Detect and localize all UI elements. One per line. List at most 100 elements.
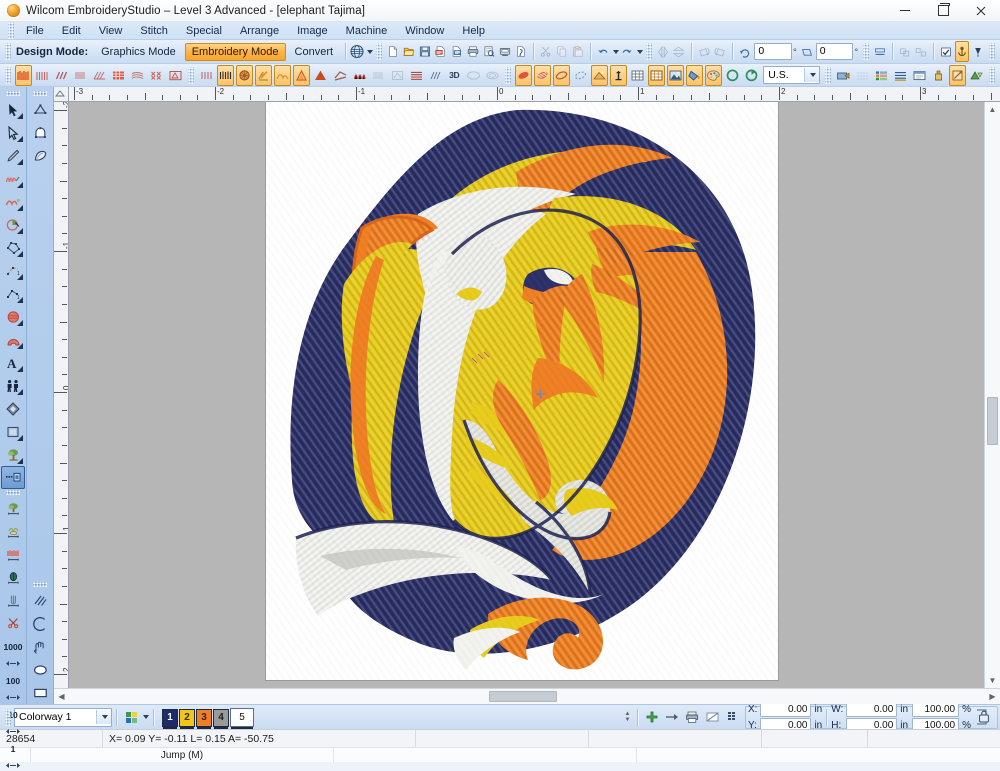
cross-stitch-button[interactable]: [148, 65, 165, 86]
units-dropdown-arrow[interactable]: [804, 68, 819, 82]
menu-stitch[interactable]: Stitch: [131, 23, 177, 39]
group-icon[interactable]: [898, 41, 912, 62]
open-design-button[interactable]: [402, 41, 416, 62]
zoom-to-fit-button[interactable]: [724, 65, 741, 86]
needle-tool[interactable]: [1, 589, 25, 612]
mirror-merge-tool[interactable]: [1, 466, 25, 489]
toolbox-group-grip[interactable]: [6, 490, 20, 495]
e-stitch-button[interactable]: [53, 65, 70, 86]
horizontal-scroll-track[interactable]: [69, 689, 985, 704]
color-chip-4[interactable]: 4: [213, 709, 229, 727]
standard-toolbar-grip[interactable]: [376, 43, 382, 60]
ellipse-outline-tool[interactable]: [28, 658, 52, 681]
complex-fill-tool[interactable]: 1: [1, 282, 25, 305]
color-palette-button[interactable]: [705, 65, 722, 86]
show-artwork-button[interactable]: [591, 65, 608, 86]
toolbox2-grip[interactable]: [33, 91, 47, 96]
lock-aspect-icon[interactable]: [973, 707, 995, 727]
monogram-tool[interactable]: [1, 374, 25, 397]
color-chip-2[interactable]: 2: [179, 709, 195, 727]
send-to-machine-button[interactable]: [498, 41, 512, 62]
rotate-angle-icon[interactable]: [738, 41, 752, 62]
trim-function-button[interactable]: [293, 65, 310, 86]
ripple-fill-button[interactable]: [129, 65, 146, 86]
menu-grip[interactable]: [8, 22, 14, 39]
menu-window[interactable]: Window: [396, 23, 453, 39]
convert-button[interactable]: Convert: [288, 43, 341, 61]
blanket-stitch-button[interactable]: [91, 65, 108, 86]
run-stitch-tool[interactable]: [1, 190, 25, 213]
step-100-arrows[interactable]: [1, 692, 25, 703]
magic-wand-tool[interactable]: [1, 167, 25, 190]
step-1000-button[interactable]: 1000: [1, 635, 25, 658]
menu-edit[interactable]: Edit: [53, 23, 90, 39]
lettering-tool[interactable]: A: [1, 351, 25, 374]
circle-ring-tool[interactable]: [1, 213, 25, 236]
menu-file[interactable]: File: [17, 23, 53, 39]
contour-stitch-button[interactable]: [370, 65, 387, 86]
vertical-scroll-track[interactable]: [985, 117, 1000, 673]
design-library-button[interactable]: [835, 65, 852, 86]
design-properties-button[interactable]: [514, 41, 528, 62]
anchor-point-icon[interactable]: [955, 41, 969, 62]
show-stitches-button[interactable]: [515, 65, 532, 86]
checkbox-icon[interactable]: [939, 41, 953, 62]
open-object-tool[interactable]: 1: [1, 259, 25, 282]
vertical-scroll-thumb[interactable]: [987, 397, 998, 445]
skew-icon[interactable]: [800, 41, 814, 62]
vertical-scrollbar[interactable]: ▲ ▼: [984, 102, 1000, 688]
align-icon[interactable]: [873, 41, 887, 62]
step-100-button[interactable]: 100: [1, 669, 25, 692]
color-chip-3[interactable]: 3: [196, 709, 212, 727]
scroll-up-button[interactable]: ▲: [985, 102, 1000, 117]
toolbar-end-grip[interactable]: [989, 43, 995, 60]
mirror-vertical-icon[interactable]: [672, 41, 686, 62]
horizontal-scrollbar[interactable]: ◀ ▶: [54, 688, 1000, 704]
tatami-fill-button[interactable]: [110, 65, 127, 86]
colorway-select[interactable]: Colorway 1: [14, 708, 112, 727]
applique-tree-tool[interactable]: [1, 443, 25, 466]
ruler-origin-button[interactable]: [54, 87, 69, 101]
vertical-ruler[interactable]: -2-1012: [54, 102, 69, 688]
horizontal-ruler[interactable]: -3-2-10123: [69, 87, 1000, 101]
paste-button[interactable]: [571, 41, 585, 62]
units-select[interactable]: U.S.: [763, 66, 820, 84]
pattern-run-tool[interactable]: [1, 520, 25, 543]
color-film-button[interactable]: [873, 65, 890, 86]
satin-stitch-button[interactable]: [15, 65, 32, 86]
measure-tool-button[interactable]: [949, 65, 966, 86]
show-needle-points-button[interactable]: [534, 65, 551, 86]
globe-icon[interactable]: [350, 43, 365, 61]
skew-angle-input[interactable]: 0: [816, 43, 854, 60]
underlay-button[interactable]: [198, 65, 215, 86]
undo-arrow-icon[interactable]: [596, 41, 610, 62]
triple-run-button[interactable]: [72, 65, 89, 86]
motif-fill-button[interactable]: [167, 65, 184, 86]
colorway-grip[interactable]: [5, 709, 11, 726]
stitch-angle-button[interactable]: [217, 65, 234, 86]
design-canvas[interactable]: [69, 102, 984, 688]
save-design-button[interactable]: [418, 41, 432, 62]
select-object-tool[interactable]: [1, 98, 25, 121]
add-colorway-button[interactable]: [642, 708, 662, 726]
toolbox2-bottom-grip[interactable]: [33, 582, 47, 587]
library-toolbar-grip[interactable]: [825, 67, 831, 84]
colorway-spinner[interactable]: ▲▼: [622, 709, 633, 725]
rectangle-tool[interactable]: [1, 420, 25, 443]
zigzag-stitch-button[interactable]: [34, 65, 51, 86]
scroll-left-button[interactable]: ◀: [54, 689, 69, 704]
maximize-button[interactable]: [924, 0, 962, 21]
pattern-stamp-button[interactable]: [427, 65, 444, 86]
hand-draw-tool[interactable]: [28, 635, 52, 658]
effects-toolbar-grip[interactable]: [188, 67, 194, 84]
horizontal-scroll-thumb[interactable]: [489, 691, 557, 702]
globe-dropdown-caret[interactable]: [367, 50, 373, 54]
redo-arrow-icon[interactable]: [620, 41, 634, 62]
cut-button[interactable]: [539, 41, 553, 62]
show-bitmap-button[interactable]: [610, 65, 627, 86]
digitize-pen-tool[interactable]: [1, 144, 25, 167]
show-outlines-button[interactable]: [553, 65, 570, 86]
view-toolbar-grip[interactable]: [505, 67, 511, 84]
background-color-button[interactable]: [686, 65, 703, 86]
ungroup-icon[interactable]: [914, 41, 928, 62]
